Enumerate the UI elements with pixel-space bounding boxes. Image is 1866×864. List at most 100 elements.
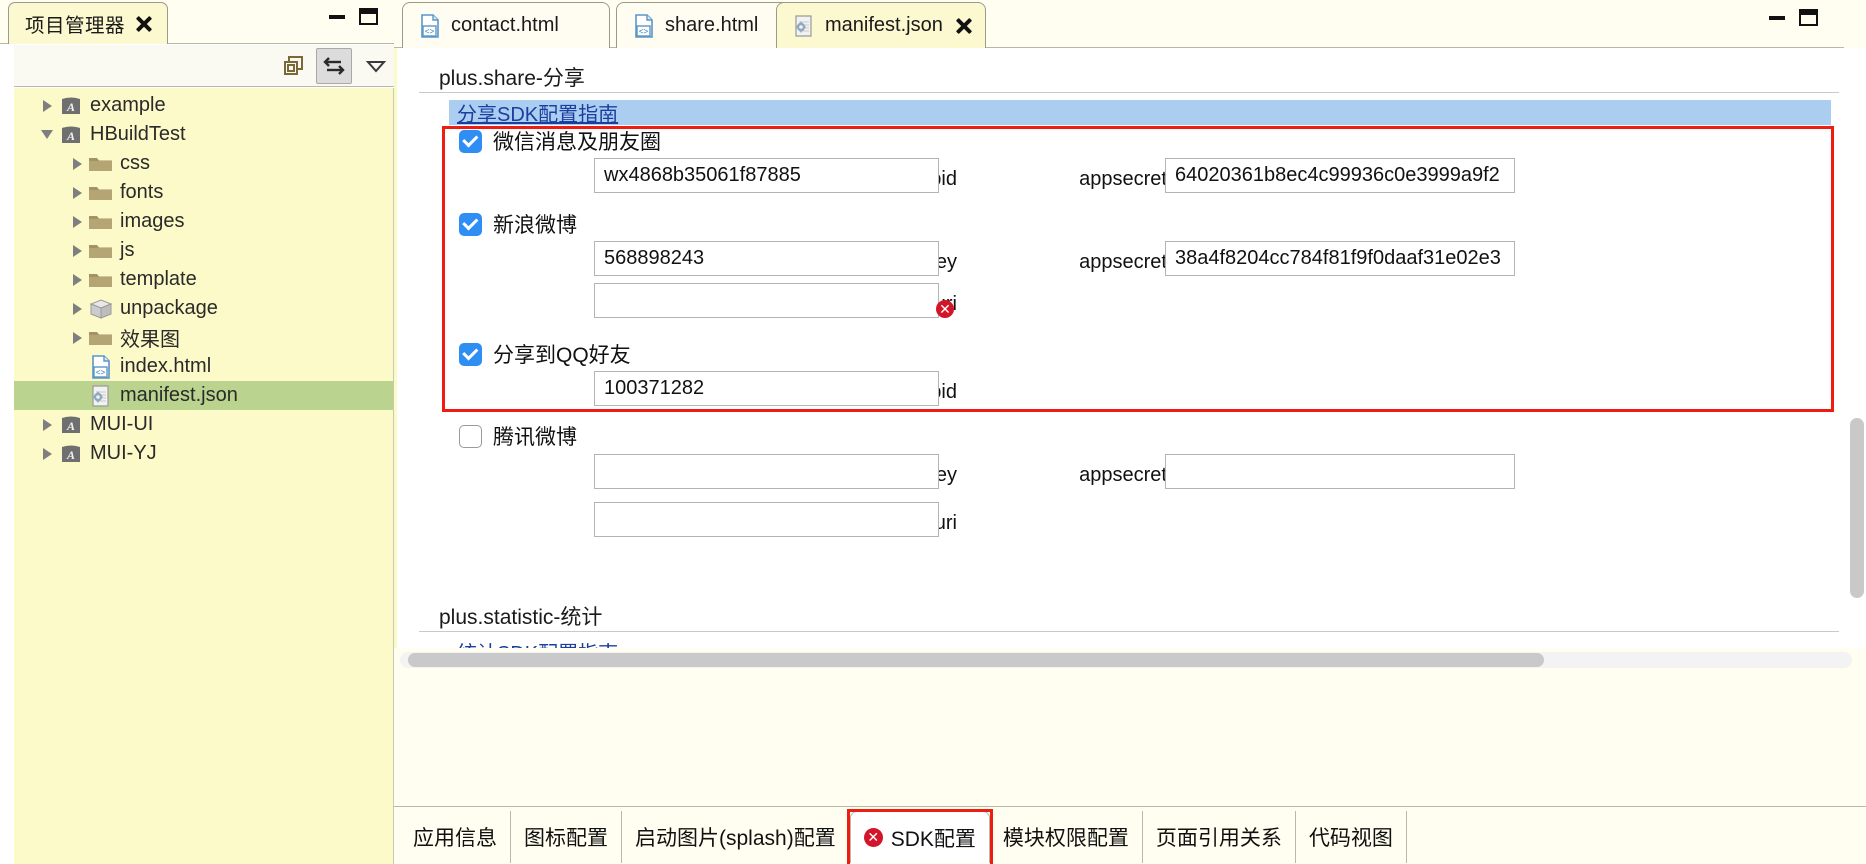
chevron-right-icon[interactable] — [66, 274, 88, 286]
statistic-guide-link[interactable]: 统计SDK配置指南 — [449, 637, 618, 648]
close-icon[interactable] — [959, 17, 969, 35]
chevron-right-icon[interactable] — [66, 216, 88, 228]
provider-checkbox-tencent-weibo[interactable]: 腾讯微博 — [459, 421, 577, 451]
input-wechat-appid[interactable]: wx4868b35061f87885 — [594, 158, 939, 193]
tree-item-MUI-UI[interactable]: A MUI-UI — [14, 410, 393, 439]
view-menu-icon[interactable] — [358, 48, 394, 84]
chevron-right-icon[interactable] — [66, 303, 88, 315]
project-tree[interactable]: AexampleAHBuildTestcssfontsimagesjstempl… — [14, 88, 394, 864]
bottom-tab-4[interactable]: ✕SDK配置 — [850, 811, 990, 863]
share-guide-link[interactable]: 分享SDK配置指南 — [449, 98, 618, 127]
input-qq-appid[interactable]: 100371282 — [594, 371, 939, 406]
tree-item-indexhtml[interactable]: <>index.html — [14, 352, 393, 381]
manifest-file-icon — [88, 384, 114, 408]
bottom-tab-label: 启动图片(splash)配置 — [635, 822, 836, 852]
app-project-icon: A — [58, 413, 84, 437]
tree-item-[interactable]: 效果图 — [14, 323, 393, 352]
tree-item-label: css — [120, 152, 150, 175]
tree-item-images[interactable]: images — [14, 207, 393, 236]
left-window-controls — [329, 8, 378, 25]
minimize-icon[interactable] — [1769, 15, 1785, 20]
input-weibo-appsecret[interactable]: 38a4f8204cc784f81f9f0daaf31e02e3 — [1165, 241, 1515, 276]
chevron-down-icon[interactable] — [36, 130, 58, 139]
checkbox-tencent-weibo[interactable] — [459, 425, 482, 448]
bottom-tab-label: 页面引用关系 — [1156, 822, 1282, 852]
checkbox-weibo[interactable] — [459, 213, 482, 236]
tree-item-fonts[interactable]: fonts — [14, 178, 393, 207]
statistic-guide-bar[interactable]: 统计SDK配置指南 — [449, 639, 1831, 648]
chevron-right-icon[interactable] — [66, 187, 88, 199]
close-icon[interactable] — [135, 15, 153, 33]
tree-item-label: manifest.json — [120, 384, 238, 407]
checkbox-qq[interactable] — [459, 343, 482, 366]
svg-text:A: A — [66, 448, 75, 462]
bottom-tab-1[interactable]: 应用信息 — [400, 811, 511, 863]
minimize-icon[interactable] — [329, 14, 345, 19]
manifest-file-icon — [793, 14, 815, 38]
editor-tabstrip: <>contact.html<>share.htmlmanifest.json — [394, 0, 1866, 48]
sdk-config-form: plus.share-分享 分享SDK配置指南 微信消息及朋友圈 appid w… — [394, 48, 1866, 648]
tree-item-manifestjson[interactable]: manifest.json — [14, 381, 393, 410]
html-file-icon: <> — [88, 355, 114, 379]
chevron-right-icon[interactable] — [66, 158, 88, 170]
input-tencent-appsecret[interactable] — [1165, 454, 1515, 489]
chevron-right-icon[interactable] — [36, 419, 58, 431]
tree-item-js[interactable]: js — [14, 236, 393, 265]
editor-tab-manifest-json[interactable]: manifest.json — [776, 2, 986, 48]
tab-project-explorer[interactable]: 项目管理器 — [8, 2, 168, 44]
form-vertical-scrollbar-thumb[interactable] — [1850, 418, 1864, 598]
chevron-right-icon[interactable] — [66, 332, 88, 344]
tree-item-label: HBuildTest — [90, 123, 186, 146]
bottom-tab-5[interactable]: 模块权限配置 — [990, 811, 1143, 863]
tree-item-example[interactable]: Aexample — [14, 91, 393, 120]
collapse-all-icon[interactable] — [276, 48, 312, 84]
folder-icon — [88, 181, 114, 205]
chevron-right-icon[interactable] — [66, 245, 88, 257]
svg-text:A: A — [66, 100, 75, 114]
editor-window-controls — [1769, 9, 1818, 26]
html-file-icon: <> — [633, 14, 655, 38]
provider-checkbox-weibo[interactable]: 新浪微博 — [459, 209, 577, 239]
project-explorer-tabstrip: 项目管理器 — [0, 0, 394, 44]
provider-checkbox-wechat[interactable]: 微信消息及朋友圈 — [459, 126, 661, 156]
bottom-tab-6[interactable]: 页面引用关系 — [1143, 811, 1296, 863]
editor-tab-share-html[interactable]: <>share.html — [616, 2, 794, 48]
bottom-tab-label: 应用信息 — [413, 822, 497, 852]
editor-tab-contact-html[interactable]: <>contact.html — [402, 2, 610, 48]
input-wechat-appsecret[interactable]: 64020361b8ec4c99936c0e3999a9f2 — [1165, 158, 1515, 193]
tree-item-unpackage[interactable]: unpackage — [14, 294, 393, 323]
input-tencent-redirect-uri[interactable] — [594, 502, 939, 537]
chevron-right-icon[interactable] — [36, 100, 58, 112]
tree-item-label: MUI-UI — [90, 413, 153, 436]
chevron-right-icon[interactable] — [36, 448, 58, 460]
tree-item-label: unpackage — [120, 297, 218, 320]
provider-label-tencent-weibo: 腾讯微博 — [493, 421, 577, 451]
bottom-tab-3[interactable]: 启动图片(splash)配置 — [622, 811, 850, 863]
editor-tab-label: contact.html — [451, 14, 559, 37]
tree-item-css[interactable]: css — [14, 149, 393, 178]
share-guide-bar[interactable]: 分享SDK配置指南 — [449, 100, 1831, 125]
form-vertical-scrollbar[interactable] — [1848, 48, 1866, 648]
tree-item-MUI-YJ[interactable]: A MUI-YJ — [14, 439, 393, 468]
tree-item-HBuildTest[interactable]: AHBuildTest — [14, 120, 393, 149]
maximize-icon[interactable] — [359, 8, 378, 25]
form-horizontal-scrollbar[interactable] — [400, 652, 1852, 668]
provider-label-wechat: 微信消息及朋友圈 — [493, 126, 661, 156]
input-weibo-redirect-uri[interactable] — [594, 283, 939, 318]
tree-item-template[interactable]: template — [14, 265, 393, 294]
section-title-statistic: plus.statistic-统计 — [439, 601, 602, 631]
bottom-tab-2[interactable]: 图标配置 — [511, 811, 622, 863]
link-with-editor-icon[interactable] — [316, 48, 352, 84]
bottom-tab-7[interactable]: 代码视图 — [1296, 811, 1407, 863]
maximize-icon[interactable] — [1799, 9, 1818, 26]
checkbox-wechat[interactable] — [459, 130, 482, 153]
input-tencent-appkey[interactable] — [594, 454, 939, 489]
bottom-tab-label: 模块权限配置 — [1003, 822, 1129, 852]
form-horizontal-scrollbar-thumb[interactable] — [408, 653, 1544, 667]
project-explorer-toolbar — [14, 45, 394, 87]
tree-item-label: 效果图 — [120, 323, 180, 352]
tree-item-label: MUI-YJ — [90, 442, 157, 465]
tree-item-label: fonts — [120, 181, 163, 204]
provider-checkbox-qq[interactable]: 分享到QQ好友 — [459, 339, 631, 369]
input-weibo-appkey[interactable]: 568898243 — [594, 241, 939, 276]
